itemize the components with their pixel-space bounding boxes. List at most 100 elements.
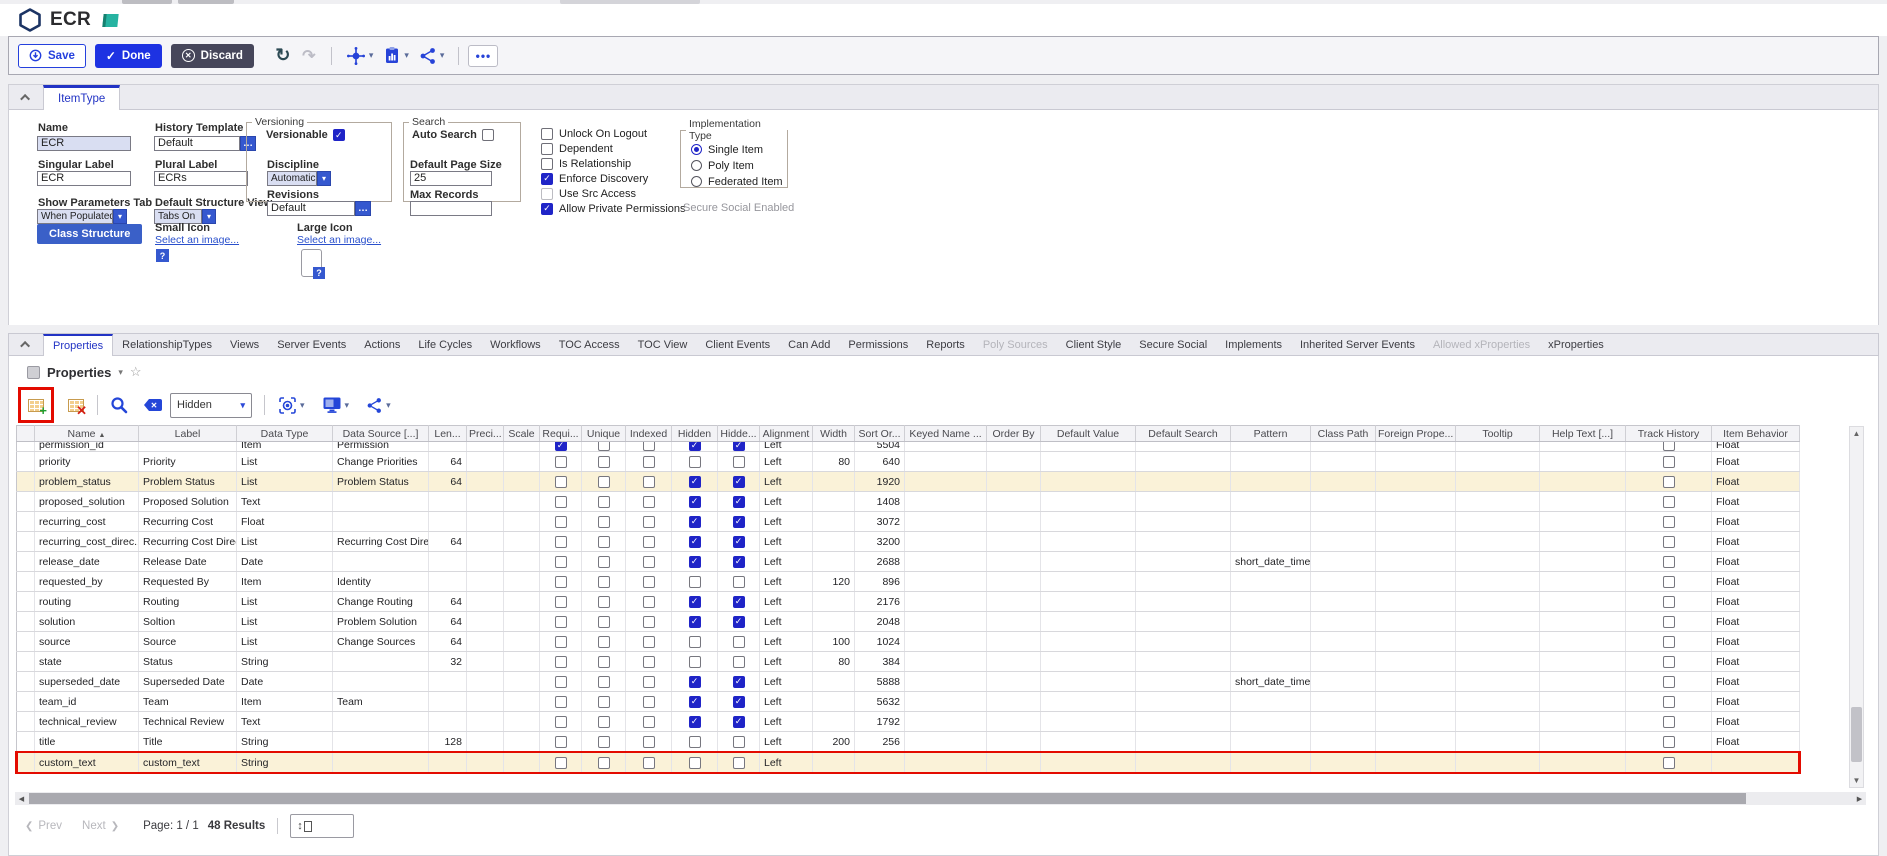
cell-hidden2[interactable]: ✓ bbox=[718, 712, 760, 732]
cell-foreign_prop[interactable] bbox=[1376, 472, 1456, 492]
cell-default_value[interactable] bbox=[1041, 672, 1136, 692]
cell-label[interactable]: Status bbox=[139, 652, 237, 672]
cell-item_behavior[interactable]: Float bbox=[1712, 492, 1800, 512]
cell-data_source[interactable] bbox=[333, 492, 429, 512]
cell-sort_order[interactable]: 5632 bbox=[855, 692, 905, 712]
cell-default_search[interactable] bbox=[1136, 752, 1231, 773]
cell-hidden[interactable]: ✓ bbox=[672, 492, 718, 512]
cell-requi[interactable]: ✓ bbox=[540, 442, 582, 452]
cell-hidden[interactable] bbox=[672, 572, 718, 592]
cell-preci[interactable] bbox=[467, 672, 504, 692]
cell-width[interactable]: 80 bbox=[813, 452, 855, 472]
cell-sort_order[interactable]: 3072 bbox=[855, 512, 905, 532]
cell-indexed[interactable] bbox=[626, 712, 672, 732]
unique-checkbox[interactable] bbox=[598, 442, 610, 451]
cell-hidden2[interactable] bbox=[718, 752, 760, 773]
cell-keyed_name[interactable] bbox=[905, 692, 987, 712]
requi-checkbox[interactable] bbox=[555, 596, 567, 608]
cell-len[interactable] bbox=[429, 512, 467, 532]
cell-item_behavior[interactable]: Float bbox=[1712, 632, 1800, 652]
hidden2-checkbox[interactable] bbox=[733, 656, 745, 668]
cell-scale[interactable] bbox=[504, 692, 540, 712]
cell-keyed_name[interactable] bbox=[905, 572, 987, 592]
cell-name[interactable]: superseded_date bbox=[35, 672, 139, 692]
cell-default_value[interactable] bbox=[1041, 472, 1136, 492]
cell-default_value[interactable] bbox=[1041, 532, 1136, 552]
cell-default_search[interactable] bbox=[1136, 572, 1231, 592]
hidden-checkbox[interactable]: ✓ bbox=[689, 616, 701, 628]
cell-hidden2[interactable] bbox=[718, 632, 760, 652]
cell-hidden2[interactable] bbox=[718, 652, 760, 672]
tab-itemtype[interactable]: ItemType bbox=[43, 85, 120, 110]
cell-unique[interactable] bbox=[582, 732, 626, 753]
cell-width[interactable]: 120 bbox=[813, 572, 855, 592]
cell-hidden2[interactable]: ✓ bbox=[718, 552, 760, 572]
cell-sort_order[interactable]: 2176 bbox=[855, 592, 905, 612]
column-header-item_behavior[interactable]: Item Behavior bbox=[1712, 426, 1800, 442]
cell-requi[interactable] bbox=[540, 652, 582, 672]
cell-data_source[interactable]: Identity bbox=[333, 572, 429, 592]
tab-implements[interactable]: Implements bbox=[1216, 334, 1291, 355]
requi-checkbox[interactable] bbox=[555, 656, 567, 668]
column-header-tooltip[interactable]: Tooltip bbox=[1456, 426, 1540, 442]
cell-data_type[interactable]: Float bbox=[237, 512, 333, 532]
cell-name[interactable]: proposed_solution bbox=[35, 492, 139, 512]
tab-server-events[interactable]: Server Events bbox=[268, 334, 355, 355]
column-header-hidden2[interactable]: Hidde... bbox=[718, 426, 760, 442]
cell-keyed_name[interactable] bbox=[905, 452, 987, 472]
cell-unique[interactable] bbox=[582, 592, 626, 612]
cell-default_value[interactable] bbox=[1041, 452, 1136, 472]
cell-hidden[interactable] bbox=[672, 632, 718, 652]
cell-data_type[interactable]: List bbox=[237, 472, 333, 492]
tab-client-style[interactable]: Client Style bbox=[1057, 334, 1131, 355]
checkbox-is-relationship[interactable] bbox=[541, 158, 553, 170]
cell-foreign_prop[interactable] bbox=[1376, 512, 1456, 532]
scroll-right-icon[interactable]: ▶ bbox=[1853, 792, 1866, 805]
cell-order_by[interactable] bbox=[987, 572, 1041, 592]
cell-tooltip[interactable] bbox=[1456, 712, 1540, 732]
cell-len[interactable] bbox=[429, 492, 467, 512]
cell-pattern[interactable]: short_date_time bbox=[1231, 552, 1311, 572]
cell-len[interactable] bbox=[429, 712, 467, 732]
column-header-help_text[interactable]: Help Text [...] bbox=[1540, 426, 1626, 442]
cell-data_source[interactable]: Team bbox=[333, 692, 429, 712]
cell-preci[interactable] bbox=[467, 612, 504, 632]
cell-alignment[interactable]: Left bbox=[760, 692, 813, 712]
plural-label-input[interactable]: ECRs bbox=[154, 171, 248, 186]
cell-scale[interactable] bbox=[504, 732, 540, 753]
cell-alignment[interactable]: Left bbox=[760, 612, 813, 632]
hidden-checkbox[interactable]: ✓ bbox=[689, 716, 701, 728]
cell-default_search[interactable] bbox=[1136, 492, 1231, 512]
track_history-checkbox[interactable] bbox=[1663, 596, 1675, 608]
cell-requi[interactable] bbox=[540, 752, 582, 773]
cell-keyed_name[interactable] bbox=[905, 492, 987, 512]
cell-requi[interactable] bbox=[540, 512, 582, 532]
requi-checkbox[interactable]: ✓ bbox=[555, 442, 567, 451]
indexed-checkbox[interactable] bbox=[643, 516, 655, 528]
table-row-release-date[interactable]: release_dateRelease DateDate✓✓Left2688sh… bbox=[17, 552, 1800, 572]
cell-item_behavior[interactable]: Float bbox=[1712, 532, 1800, 552]
tab-life-cycles[interactable]: Life Cycles bbox=[409, 334, 481, 355]
indexed-checkbox[interactable] bbox=[643, 616, 655, 628]
cell-data_source[interactable]: Change Sources bbox=[333, 632, 429, 652]
cell-hidden[interactable]: ✓ bbox=[672, 472, 718, 492]
cell-indexed[interactable] bbox=[626, 692, 672, 712]
table-row-team-id[interactable]: team_idTeamItemTeam✓✓Left5632Float bbox=[17, 692, 1800, 712]
cell-data_type[interactable]: String bbox=[237, 732, 333, 753]
cell-data_source[interactable] bbox=[333, 672, 429, 692]
unique-checkbox[interactable] bbox=[598, 556, 610, 568]
column-header-default_value[interactable]: Default Value bbox=[1041, 426, 1136, 442]
cell-default_search[interactable] bbox=[1136, 672, 1231, 692]
cell-hidden2[interactable]: ✓ bbox=[718, 492, 760, 512]
revisions-browse-button[interactable]: … bbox=[355, 201, 371, 216]
max-records-input[interactable] bbox=[410, 201, 492, 216]
hidden2-checkbox[interactable]: ✓ bbox=[733, 496, 745, 508]
cell-scale[interactable] bbox=[504, 552, 540, 572]
cell-data_type[interactable]: Date bbox=[237, 672, 333, 692]
table-row-permission-id[interactable]: permission_idItemPermission✓✓✓Left5504Fl… bbox=[17, 442, 1800, 452]
table-row-proposed-solution[interactable]: proposed_solutionProposed SolutionText✓✓… bbox=[17, 492, 1800, 512]
cell-requi[interactable] bbox=[540, 612, 582, 632]
cell-pattern[interactable] bbox=[1231, 612, 1311, 632]
cell-order_by[interactable] bbox=[987, 592, 1041, 612]
cell-name[interactable]: release_date bbox=[35, 552, 139, 572]
